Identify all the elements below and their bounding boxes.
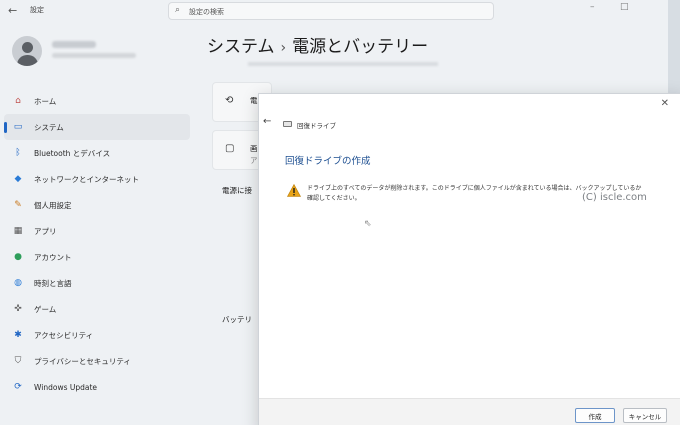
back-icon[interactable]: ← [263,116,271,127]
section-power-connected: 電源に接 [222,186,252,195]
search-input[interactable]: ⌕ 設定の検索 [168,2,494,20]
breadcrumb-separator: › [280,40,287,56]
sidebar-item[interactable]: ◍ 時刻と言語 [4,270,190,296]
cancel-button[interactable]: キャンセル [623,408,667,423]
create-button[interactable]: 作成 [575,408,615,423]
brush-icon: ✎ [14,200,22,210]
update-icon: ⟳ [14,382,22,392]
search-placeholder: 設定の検索 [189,8,224,16]
minimize-icon[interactable]: – [590,2,595,12]
card-title: 電 [250,96,258,105]
display-icon: ▢ [225,143,235,154]
system-icon: ▭ [13,122,23,132]
sidebar-item-label: プライバシーとセキュリティ [34,356,131,366]
sidebar-item[interactable]: ᛒ Bluetooth とデバイス [4,140,190,166]
sidebar-item[interactable]: ✎ 個人用設定 [4,192,190,218]
sidebar-item[interactable]: ✜ ゲーム [4,296,190,322]
sidebar-item[interactable]: ▭ システム [4,114,190,140]
back-icon[interactable]: ← [8,4,17,17]
dialog-heading: 回復ドライブの作成 [285,156,371,167]
sidebar-item[interactable]: ● アカウント [4,244,190,270]
apps-icon: ▦ [13,226,23,236]
drive-icon [283,121,292,127]
watermark: (C) iscle.com [582,192,647,203]
sidebar-item[interactable]: ⌂ ホーム [4,88,190,114]
network-icon: ◆ [14,174,22,184]
sidebar-item-label: Windows Update [34,382,98,392]
dialog-title: 回復ドライブ [297,122,336,130]
globe-icon: ◍ [14,278,22,288]
sidebar-item-label: アカウント [34,252,72,262]
sidebar-item-label: アクセシビリティ [34,330,94,340]
breadcrumb: システム › 電源とバッテリー [207,32,428,57]
sidebar-item[interactable]: ⛉ プライバシーとセキュリティ [4,348,190,374]
sidebar-item[interactable]: ▦ アプリ [4,218,190,244]
header-subtext [248,62,438,66]
mouse-cursor-icon: ⇖ [364,219,372,229]
card-subtitle: ア [250,156,258,165]
app-title: 設定 [30,6,44,14]
warning-icon [287,184,301,197]
sidebar-item[interactable]: ✱ アクセシビリティ [4,322,190,348]
title-bar: ← 設定 ⌕ 設定の検索 – □ [0,0,680,22]
card-title: 画 [250,144,258,153]
breadcrumb-parent[interactable]: システム [207,37,275,57]
search-icon: ⌕ [175,5,181,15]
accessibility-icon: ✱ [14,330,22,340]
sidebar-item[interactable]: ⟳ Windows Update [4,374,190,400]
sidebar-item-label: アプリ [34,226,57,236]
maximize-icon[interactable]: □ [620,2,629,12]
home-icon: ⌂ [15,96,21,106]
sidebar-item-label: システム [34,122,64,132]
sidebar-item-label: ホーム [34,96,57,106]
sidebar-item-label: ネットワークとインターネット [34,174,139,184]
sidebar-item-label: ゲーム [34,304,57,314]
sidebar-nav: ⌂ ホーム ▭ システム ᛒ Bluetooth とデバイス ◆ ネットワークとインターネット… [4,88,190,400]
sidebar-item-label: 時刻と言語 [34,278,72,288]
sidebar-item-label: 個人用設定 [34,200,72,210]
avatar[interactable] [12,36,42,66]
page-title: 電源とバッテリー [292,37,429,57]
sidebar-item-label: Bluetooth とデバイス [34,148,111,158]
shield-icon: ⛉ [14,356,22,366]
power-icon: ⟲ [225,95,234,106]
account-icon: ● [14,252,22,262]
section-battery: バッテリ [222,315,252,324]
bluetooth-icon: ᛒ [15,148,21,158]
gamepad-icon: ✜ [14,304,22,314]
background-window-edge [668,0,680,93]
close-icon[interactable]: ✕ [661,98,669,109]
dialog-footer: 作成 キャンセル [259,398,680,425]
sidebar-item[interactable]: ◆ ネットワークとインターネット [4,166,190,192]
user-name-redacted [52,41,96,48]
user-email-redacted [52,53,136,58]
recovery-drive-dialog: ✕ ← 回復ドライブ 回復ドライブの作成 ドライブ上のすべてのデータが削除されま… [258,93,680,425]
